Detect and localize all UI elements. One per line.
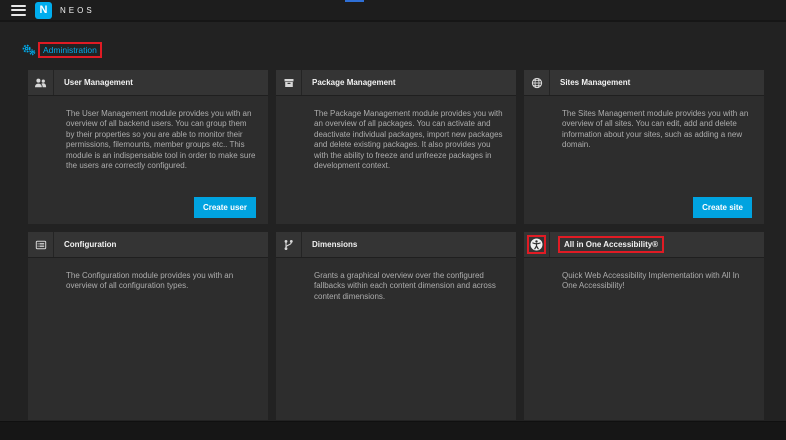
card-configuration[interactable]: Configuration The Configuration module p… [28, 232, 268, 420]
cogs-icon [22, 44, 36, 56]
create-site-button[interactable]: Create site [693, 197, 752, 218]
icon-cell [524, 232, 550, 257]
card-package-management[interactable]: Package Management The Package Managemen… [276, 70, 516, 224]
loading-indicator [345, 0, 364, 2]
card-header: Sites Management [524, 70, 764, 96]
card-header: Dimensions [276, 232, 516, 258]
list-icon [28, 232, 54, 257]
fork-icon [276, 232, 302, 257]
card-description: Grants a graphical overview over the con… [314, 271, 496, 301]
accessibility-icon-annotation [527, 235, 546, 254]
neos-wordmark: NEOS [60, 5, 95, 15]
menu-toggle-icon[interactable] [11, 4, 26, 16]
module-cards-grid: User Management The User Management modu… [28, 70, 764, 420]
create-user-button[interactable]: Create user [193, 197, 256, 218]
card-description: Quick Web Accessibility Implementation w… [562, 271, 740, 291]
card-title: All in One Accessibility® [558, 236, 665, 253]
card-header: Package Management [276, 70, 516, 96]
accessibility-icon [530, 238, 543, 251]
card-sites-management[interactable]: Sites Management The Sites Management mo… [524, 70, 764, 224]
globe-icon [524, 70, 550, 95]
footer-bar [0, 421, 786, 440]
administration-link[interactable]: Administration [38, 42, 102, 58]
card-header: All in One Accessibility® [524, 232, 764, 258]
users-icon [28, 70, 54, 95]
card-title: Configuration [64, 240, 117, 249]
card-description: The Configuration module provides you wi… [66, 271, 234, 291]
card-user-management[interactable]: User Management The User Management modu… [28, 70, 268, 224]
card-title: Dimensions [312, 240, 358, 249]
card-description: The User Management module provides you … [66, 109, 256, 170]
card-header: User Management [28, 70, 268, 96]
card-title: User Management [64, 78, 133, 87]
top-bar: N NEOS [0, 0, 786, 22]
card-header: Configuration [28, 232, 268, 258]
card-all-in-one-accessibility[interactable]: All in One Accessibility® Quick Web Acce… [524, 232, 764, 420]
card-description: The Sites Management module provides you… [562, 109, 749, 150]
card-title: Sites Management [560, 78, 631, 87]
section-header: Administration [22, 41, 102, 59]
card-description: The Package Management module provides y… [314, 109, 503, 170]
card-dimensions[interactable]: Dimensions Grants a graphical overview o… [276, 232, 516, 420]
archive-icon [276, 70, 302, 95]
card-title: Package Management [312, 78, 396, 87]
neos-logo[interactable]: N [35, 1, 52, 19]
